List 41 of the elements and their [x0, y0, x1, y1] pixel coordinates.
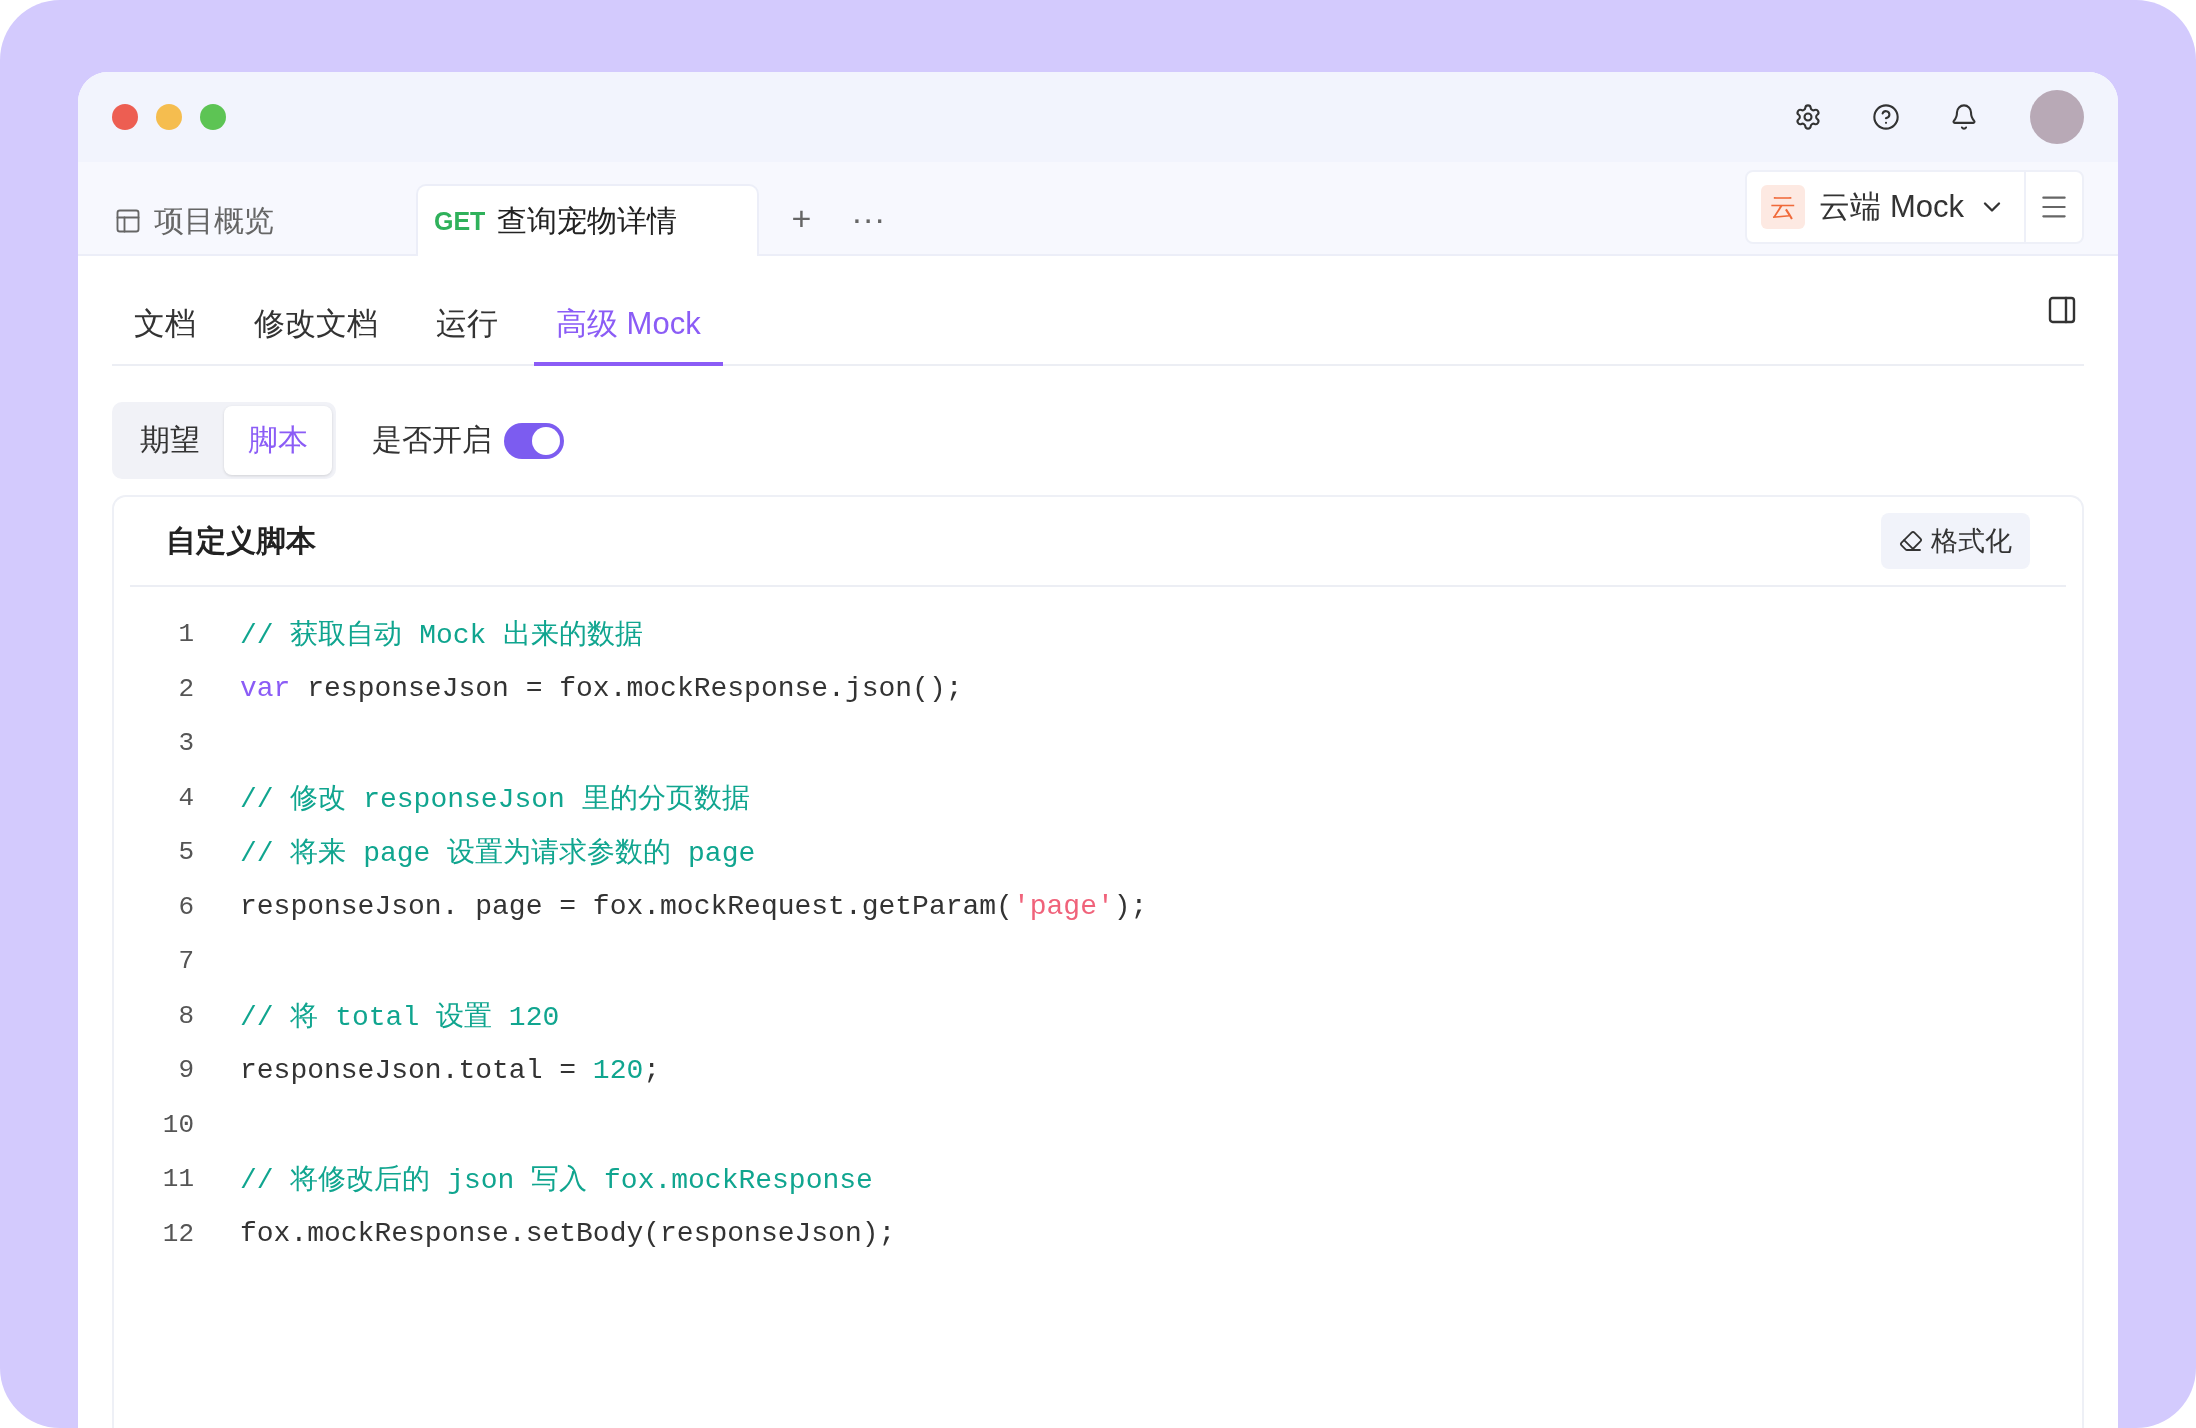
line-number: 12	[161, 1218, 194, 1249]
code-line: // 修改 responseJson 里的分页数据	[240, 782, 750, 817]
line-number: 5	[177, 837, 194, 868]
line-number: 7	[177, 946, 194, 977]
code-line: responseJson. page = fox.mockRequest.getParam('page');	[240, 891, 1148, 923]
close-window-button[interactable]	[112, 104, 138, 130]
eraser-icon	[1899, 529, 1923, 553]
line-number: 3	[177, 728, 194, 759]
layout-icon	[114, 207, 142, 235]
segment-option[interactable]: 期望	[116, 406, 224, 475]
segment-option[interactable]: 脚本	[224, 406, 332, 475]
help-icon[interactable]	[1872, 103, 1900, 131]
line-number: 9	[177, 1055, 194, 1086]
settings-icon[interactable]	[1794, 103, 1822, 131]
line-number: 6	[177, 891, 194, 922]
more-button[interactable]: ···	[831, 182, 906, 254]
code-line: // 将 total 设置 120	[240, 1000, 560, 1035]
code-line: fox.mockResponse.setBody(responseJson);	[240, 1218, 896, 1250]
sub-tab[interactable]: 运行	[414, 286, 520, 366]
code-line: var responseJson = fox.mockResponse.json();	[240, 673, 963, 705]
line-number: 1	[177, 619, 194, 650]
tab[interactable]: 项目概览	[112, 184, 316, 256]
sub-tab[interactable]: 高级 Mock	[534, 286, 723, 366]
toggle-switch[interactable]	[504, 422, 564, 459]
line-number: 8	[177, 1000, 194, 1031]
tab[interactable]: GET 查询宠物详情	[416, 184, 760, 256]
code-line: // 将来 page 设置为请求参数的 page	[240, 837, 756, 872]
code-line: responseJson.total = 120;	[240, 1054, 661, 1086]
add-tab-button[interactable]: +	[771, 182, 832, 254]
line-number: 10	[161, 1109, 194, 1140]
bell-icon[interactable]	[1950, 103, 1978, 131]
sub-tab[interactable]: 文档	[112, 286, 218, 366]
line-number: 2	[177, 673, 194, 704]
line-number: 4	[177, 782, 194, 813]
code-line: // 将修改后的 json 写入 fox.mockResponse	[240, 1164, 873, 1199]
line-number: 11	[161, 1164, 194, 1195]
sub-tab[interactable]: 修改文档	[232, 286, 400, 366]
code-line: // 获取自动 Mock 出来的数据	[240, 619, 644, 654]
toggle-label: 是否开启	[372, 422, 492, 458]
format-button[interactable]: 格式化	[1881, 513, 2030, 569]
card-title: 自定义脚本	[166, 522, 316, 559]
